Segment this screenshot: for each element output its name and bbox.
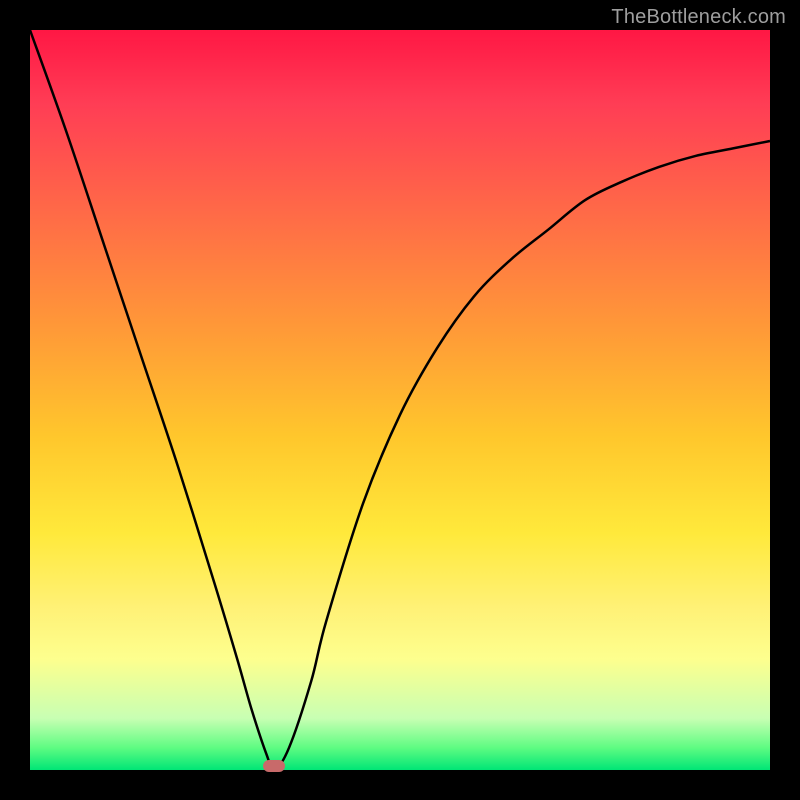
watermark-text: TheBottleneck.com bbox=[611, 6, 786, 29]
bottleneck-curve bbox=[30, 30, 770, 770]
plot-area bbox=[30, 30, 770, 770]
optimal-marker bbox=[263, 760, 285, 772]
curve-path bbox=[30, 30, 770, 770]
